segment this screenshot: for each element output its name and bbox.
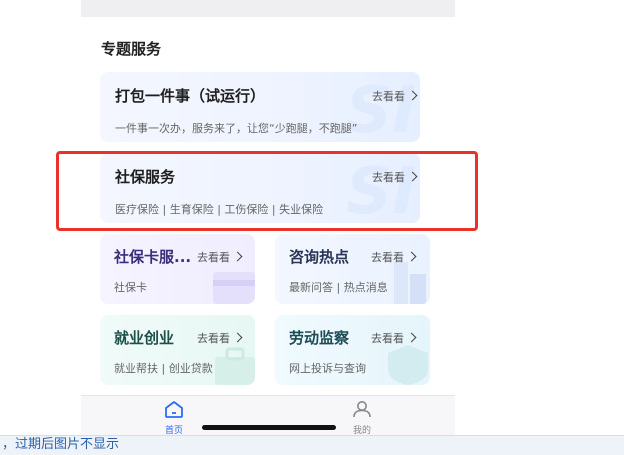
card-title: 打包一件事（试运行）: [115, 87, 266, 105]
tab-home[interactable]: 首页: [144, 400, 204, 436]
go-see-label: 去看看: [372, 90, 405, 103]
go-see-link[interactable]: 去看看: [371, 330, 417, 346]
chevron-right-icon: [406, 251, 417, 262]
bundle-service-card[interactable]: SI 打包一件事（试运行） 去看看 一件事一次办，服务来了，让您“少跑腿，不跑腿…: [100, 72, 420, 142]
briefcase-icon: [215, 347, 255, 385]
shield-icon: [388, 345, 428, 385]
bottom-info-strip: ，过期后图片不显示: [0, 435, 624, 455]
go-see-label: 去看看: [197, 332, 230, 345]
expiry-notice: ，过期后图片不显示: [2, 437, 120, 452]
employment-card[interactable]: 就业创业 去看看 就业帮扶 | 创业贷款: [100, 315, 255, 385]
chevron-right-icon: [232, 251, 243, 262]
card-subtitle: 就业帮扶 | 创业贷款: [114, 362, 213, 375]
home-icon: [165, 401, 183, 418]
go-see-link[interactable]: 去看看: [372, 88, 418, 104]
highlight-box: [56, 151, 478, 231]
card-title: 咨询热点: [289, 248, 350, 266]
card-title: 就业创业: [114, 329, 175, 347]
go-see-link[interactable]: 去看看: [197, 330, 243, 346]
chevron-right-icon: [407, 90, 418, 101]
social-card-service-card[interactable]: 社保卡服... 去看看 社保卡: [100, 234, 255, 304]
card-subtitle: 网上投诉与查询: [289, 362, 366, 375]
go-see-link[interactable]: 去看看: [197, 249, 243, 265]
user-icon: [353, 401, 371, 418]
chevron-right-icon: [406, 332, 417, 343]
hot-topics-card[interactable]: 咨询热点 去看看 最新问答 | 热点消息: [275, 234, 430, 304]
home-indicator: [202, 425, 336, 430]
go-see-label: 去看看: [371, 251, 404, 264]
go-see-label: 去看看: [371, 332, 404, 345]
labor-inspection-card[interactable]: 劳动监察 去看看 网上投诉与查询: [275, 315, 430, 385]
tab-mine[interactable]: 我的: [332, 400, 392, 436]
card-subtitle: 社保卡: [114, 281, 147, 294]
chevron-right-icon: [232, 332, 243, 343]
card-title: 社保卡服...: [114, 248, 192, 266]
card-subtitle: 最新问答 | 热点消息: [289, 281, 388, 294]
go-see-link[interactable]: 去看看: [371, 249, 417, 265]
card-title: 劳动监察: [289, 329, 350, 347]
top-banner-edge: [81, 0, 455, 17]
card-subtitle: 一件事一次办，服务来了，让您“少跑腿，不跑腿”: [115, 122, 358, 135]
section-title: 专题服务: [101, 40, 162, 58]
go-see-label: 去看看: [197, 251, 230, 264]
